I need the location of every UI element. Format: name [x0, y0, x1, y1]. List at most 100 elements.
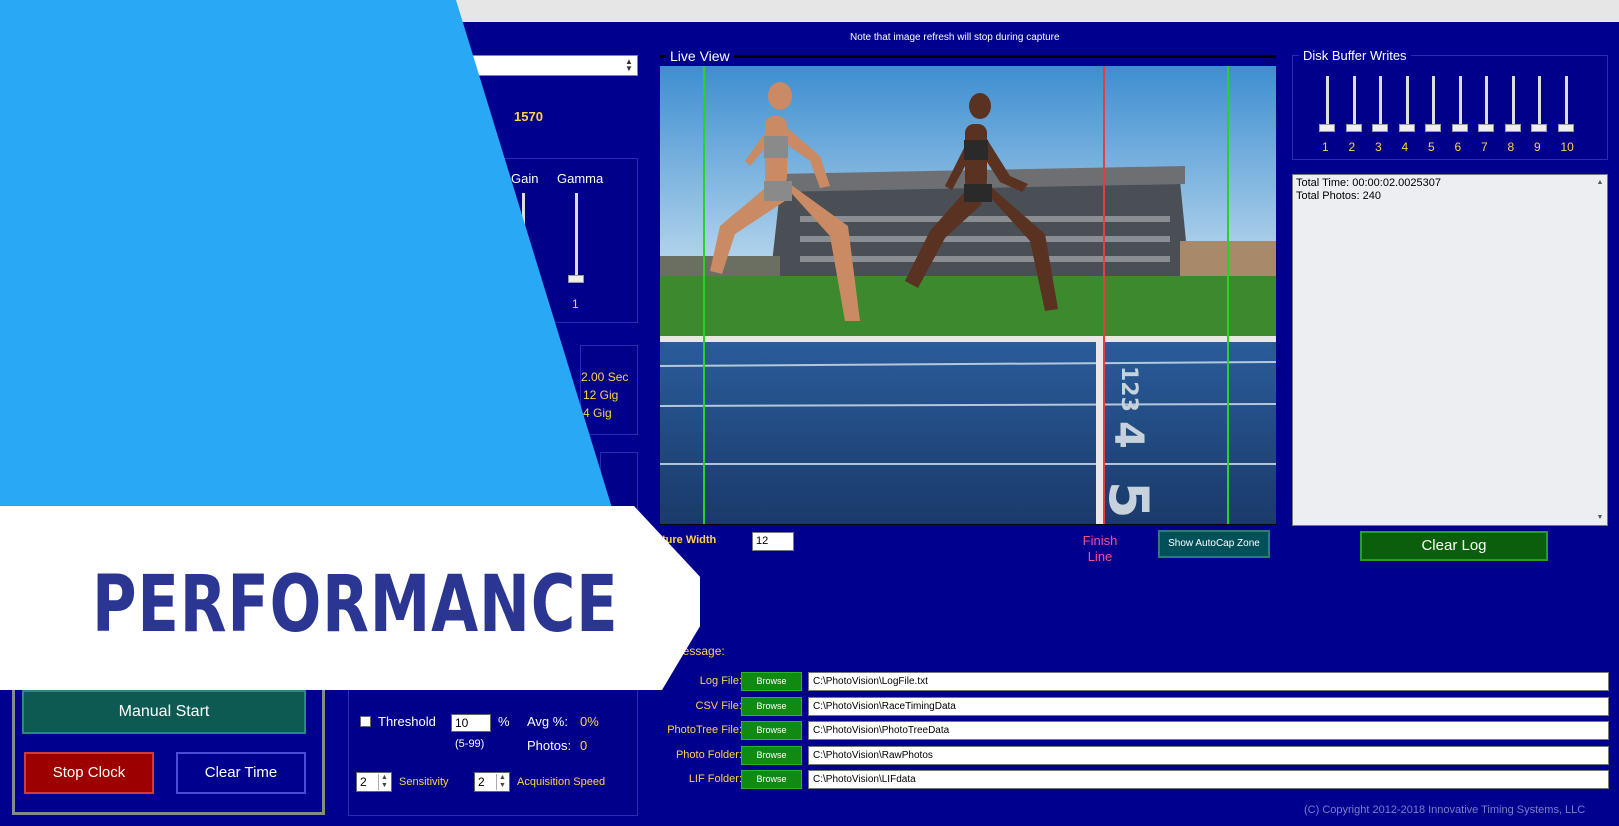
gamma-label: Gamma — [557, 171, 604, 186]
disk-buffer-slider-track[interactable] — [1405, 76, 1409, 128]
finish-line-label: Finish Line — [1082, 533, 1118, 564]
stepper-arrows-icon[interactable]: ▲ ▼ — [496, 774, 508, 790]
gamma-slider-track[interactable] — [575, 193, 578, 283]
gain-label: Gain — [511, 171, 539, 186]
stepper-arrows-icon[interactable]: ▲ ▼ — [378, 774, 390, 790]
file-path-input[interactable]: C:\PhotoVision\PhotoTreeData — [808, 721, 1609, 740]
photos-value: 0 — [580, 738, 588, 753]
disk-buffer-tick-label: 3 — [1375, 140, 1382, 154]
disk-buffer-slider-track[interactable] — [1538, 76, 1541, 128]
disk-buffer-tick-label: 1 — [1322, 140, 1329, 154]
sensitivity-stepper[interactable]: 2 ▲ ▼ — [356, 772, 392, 792]
disk-buffer-tick-label: 7 — [1481, 140, 1488, 154]
window-top-strip — [0, 0, 1619, 22]
percent-sign: % — [498, 714, 510, 729]
scroll-down-icon[interactable]: ▼ — [1594, 511, 1606, 524]
threshold-panel — [348, 686, 638, 816]
disk-buffer-slider-track[interactable] — [1432, 76, 1435, 128]
threshold-value: 10 — [455, 716, 469, 730]
photos-label: Photos: — [527, 738, 572, 753]
capture-size: 12 Gig — [583, 388, 619, 402]
camera-select[interactable]: ▲ ▼ — [458, 55, 638, 76]
file-path-input[interactable]: C:\PhotoVision\RawPhotos — [808, 745, 1609, 765]
threshold-checkbox[interactable] — [360, 716, 371, 727]
browse-button[interactable]: Browse — [741, 770, 802, 789]
live-view-image[interactable]: 123 4 5 — [660, 66, 1276, 524]
clear-log-button[interactable]: Clear Log — [1360, 531, 1548, 561]
svg-text:123: 123 — [1116, 366, 1141, 412]
disk-buffer-slider-thumb[interactable] — [1319, 124, 1335, 132]
acquisition-speed-value: 2 — [478, 775, 485, 789]
file-setting-label: Log File: — [699, 675, 742, 687]
file-path-input[interactable]: C:\PhotoVision\RaceTimingData — [808, 696, 1609, 716]
scroll-up-icon[interactable]: ▲ — [1594, 176, 1606, 189]
browse-button[interactable]: Browse — [741, 721, 802, 740]
log-line-total-time: Total Time: 00:00:02.0025307 — [1296, 177, 1441, 189]
disk-buffer-slider-track[interactable] — [1352, 76, 1356, 128]
threshold-label: Threshold — [378, 714, 436, 729]
disk-free: 4 Gig — [583, 406, 612, 420]
disk-buffer-slider-track[interactable] — [1511, 76, 1515, 128]
capture-width-value: 12 — [756, 535, 769, 547]
file-setting-row: Log File: Browse C:\PhotoVision\LogFile.tx… — [640, 672, 1619, 692]
disk-buffer-slider-thumb[interactable] — [1531, 124, 1547, 132]
file-setting-label: CSV File: — [695, 699, 742, 712]
disk-buffer-slider-thumb[interactable] — [1398, 124, 1415, 132]
disk-buffer-tick-label: 4 — [1401, 140, 1409, 154]
disk-buffer-slider-track[interactable] — [1485, 76, 1488, 128]
refresh-notice: Note that image refresh will stop during… — [850, 32, 1060, 43]
file-setting-row: LIF Folder: Browse C:\PhotoVision\LIFdata — [640, 770, 1619, 790]
acquisition-speed-stepper[interactable]: 2 ▲ ▼ — [474, 772, 510, 792]
file-path-input[interactable]: C:\PhotoVision\LIFdata — [808, 770, 1609, 789]
file-setting-label: LIF Folder: — [688, 773, 742, 785]
file-setting-label: Photo Folder: — [675, 748, 742, 761]
disk-buffer-slider-thumb[interactable] — [1372, 124, 1388, 132]
disk-buffer-tick-label: 8 — [1507, 140, 1515, 154]
disk-buffer-tick-label: 2 — [1348, 140, 1356, 154]
disk-buffer-tick-label: 9 — [1534, 140, 1541, 154]
copyright-text: (C) Copyright 2012-2018 Innovative Timin… — [1304, 804, 1586, 816]
disk-buffer-slider-thumb[interactable] — [1504, 124, 1521, 132]
sensitivity-label: Sensitivity — [399, 776, 449, 788]
capture-width-label: ture Width — [662, 534, 717, 546]
performance-banner-text: PERFORMANCE — [92, 560, 619, 650]
chevron-updown-icon[interactable]: ▲ ▼ — [623, 58, 635, 73]
disk-buffer-slider-track[interactable] — [1379, 76, 1382, 128]
gain-slider-thumb[interactable] — [515, 275, 531, 283]
log-output[interactable]: Total Time: 00:00:02.0025307 Total Photo… — [1292, 174, 1608, 526]
disk-buffer-slider-thumb[interactable] — [1478, 124, 1494, 132]
disk-buffer-slider-thumb[interactable] — [1557, 124, 1574, 132]
browse-button[interactable]: Browse — [741, 745, 802, 765]
file-setting-row: CSV File: Browse C:\PhotoVision\RaceTiming… — [640, 696, 1619, 717]
sensitivity-value: 2 — [360, 775, 367, 789]
disk-buffer-slider-track[interactable] — [1564, 76, 1568, 128]
trigger-panel — [600, 452, 638, 512]
disk-buffer-slider-track[interactable] — [1326, 76, 1329, 128]
clear-time-button[interactable]: Clear Time — [176, 752, 306, 794]
speed-label: d: — [480, 110, 491, 125]
disk-buffer-slider-thumb[interactable] — [1425, 124, 1441, 132]
disk-buffer-slider-track[interactable] — [1458, 76, 1462, 128]
disk-buffer-tick-label: 10 — [1560, 140, 1574, 154]
file-setting-label: PhotoTree File: — [667, 724, 742, 736]
threshold-range: (5-99) — [455, 738, 485, 750]
disk-buffer-slider-thumb[interactable] — [1345, 124, 1362, 132]
browse-button[interactable]: Browse — [741, 672, 802, 691]
manual-start-button[interactable]: Manual Start — [22, 690, 306, 734]
gamma-slider-thumb[interactable] — [568, 275, 584, 283]
stop-clock-button[interactable]: Stop Clock — [24, 752, 154, 794]
disk-buffer-panel: Disk Buffer Writes 1 2 3 4 5 6 7 8 9 10 — [1292, 48, 1608, 160]
message-label: lessage: — [680, 644, 725, 658]
disk-buffer-slider-thumb[interactable] — [1451, 124, 1468, 132]
svg-text:4: 4 — [1105, 421, 1151, 449]
image-adjust-panel: Gain Gamma 1 — [458, 158, 638, 323]
gain-slider-track[interactable] — [522, 193, 525, 283]
capture-stats-panel: 2.00 Sec 12 Gig 4 Gig — [580, 345, 638, 435]
capture-width-stepper[interactable]: 12 — [752, 532, 794, 551]
browse-button[interactable]: Browse — [741, 696, 802, 716]
disk-buffer-tick-label: 5 — [1428, 140, 1435, 154]
file-path-input[interactable]: C:\PhotoVision\LogFile.txt — [808, 672, 1609, 691]
show-autocap-zone-button[interactable]: Show AutoCap Zone — [1158, 530, 1270, 558]
avg-percent-value: 0% — [580, 714, 599, 729]
threshold-input[interactable]: 10 — [451, 714, 491, 732]
